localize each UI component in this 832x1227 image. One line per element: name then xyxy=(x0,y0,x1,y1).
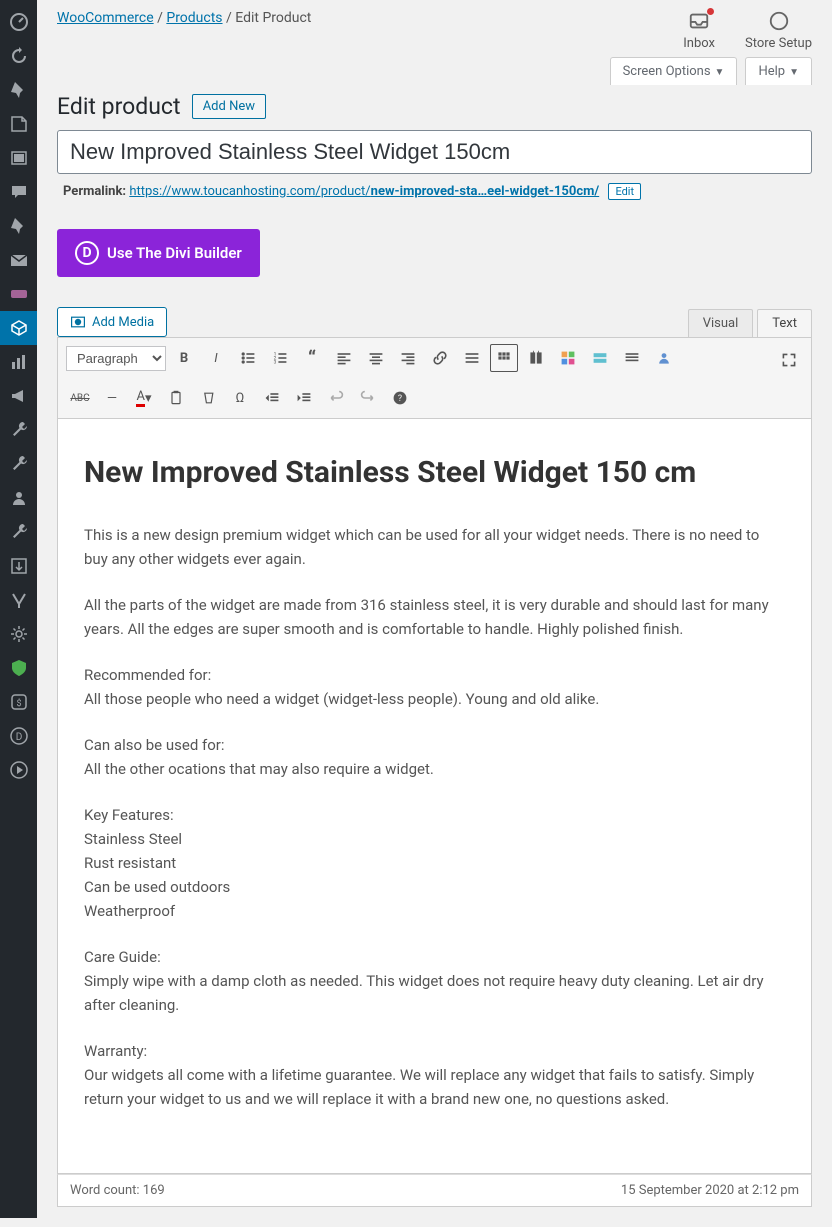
add-media-button[interactable]: Add Media xyxy=(57,307,167,337)
pin-icon[interactable] xyxy=(0,73,37,107)
divi-icon[interactable]: D xyxy=(0,719,37,753)
editor-toolbar: Paragraph B I 123 “ ABC — A ▾ Ω xyxy=(57,337,812,419)
bold-button[interactable]: B xyxy=(170,344,198,372)
editor-content[interactable]: New Improved Stainless Steel Widget 150 … xyxy=(57,419,812,1174)
cache-icon[interactable]: $ xyxy=(0,685,37,719)
shield-icon[interactable] xyxy=(0,651,37,685)
align-left-button[interactable] xyxy=(330,344,358,372)
users-icon[interactable] xyxy=(0,481,37,515)
user-icon-button[interactable] xyxy=(650,344,678,372)
word-count: Word count: 169 xyxy=(70,1183,165,1198)
store-setup-button[interactable]: Store Setup xyxy=(745,10,812,51)
divi-logo-icon: D xyxy=(75,241,99,265)
woo-icon[interactable] xyxy=(0,277,37,311)
columns-button[interactable] xyxy=(522,344,550,372)
content-heading: New Improved Stainless Steel Widget 150 … xyxy=(84,449,785,497)
svg-text:?: ? xyxy=(398,394,402,404)
hr-button[interactable]: — xyxy=(98,384,126,412)
play-icon[interactable] xyxy=(0,753,37,787)
settings-wrench-icon[interactable] xyxy=(0,515,37,549)
edit-slug-button[interactable]: Edit xyxy=(608,183,641,200)
pin2-icon[interactable] xyxy=(0,209,37,243)
align-center-button[interactable] xyxy=(362,344,390,372)
paste-button[interactable] xyxy=(162,384,190,412)
admin-sidebar: $ D xyxy=(0,0,37,1218)
add-new-button[interactable]: Add New xyxy=(192,94,266,119)
media-icon xyxy=(70,314,86,330)
svg-text:3: 3 xyxy=(274,360,277,366)
megaphone-icon[interactable] xyxy=(0,379,37,413)
more-button[interactable] xyxy=(458,344,486,372)
wrench-icon[interactable] xyxy=(0,413,37,447)
breadcrumb-current: Edit Product xyxy=(235,10,311,26)
dashboard-icon[interactable] xyxy=(0,5,37,39)
justify-button[interactable] xyxy=(618,344,646,372)
toolbar-toggle-button[interactable] xyxy=(490,344,518,372)
fullscreen-button[interactable] xyxy=(775,346,803,374)
quote-button[interactable]: “ xyxy=(298,344,326,372)
breadcrumb: WooCommerce / Products / Edit Product xyxy=(57,10,311,26)
tab-visual[interactable]: Visual xyxy=(688,309,754,337)
products-icon[interactable] xyxy=(0,311,37,345)
divi-builder-button[interactable]: D Use The Divi Builder xyxy=(57,229,260,277)
media-icon[interactable] xyxy=(0,141,37,175)
svg-text:$: $ xyxy=(16,698,21,709)
textcolor-button[interactable]: A ▾ xyxy=(130,384,158,412)
updates-icon[interactable] xyxy=(0,39,37,73)
special-char-button[interactable]: Ω xyxy=(226,384,254,412)
bullet-list-button[interactable] xyxy=(234,344,262,372)
analytics-icon[interactable] xyxy=(0,345,37,379)
undo-button[interactable] xyxy=(322,384,350,412)
last-modified: 15 September 2020 at 2:12 pm xyxy=(621,1183,799,1198)
indent-button[interactable] xyxy=(290,384,318,412)
redo-button[interactable] xyxy=(354,384,382,412)
highlight-button[interactable] xyxy=(586,344,614,372)
help-icon-button[interactable]: ? xyxy=(386,384,414,412)
format-select[interactable]: Paragraph xyxy=(66,346,166,371)
clear-format-button[interactable] xyxy=(194,384,222,412)
help-button[interactable]: Help▼ xyxy=(745,57,812,85)
italic-button[interactable]: I xyxy=(202,344,230,372)
outdent-button[interactable] xyxy=(258,384,286,412)
strikethrough-button[interactable]: ABC xyxy=(66,384,94,412)
permalink-link[interactable]: https://www.toucanhosting.com/product/ne… xyxy=(129,184,599,199)
apps-color-button[interactable] xyxy=(554,344,582,372)
svg-text:D: D xyxy=(15,732,22,743)
page-title: Edit product xyxy=(57,93,180,120)
breadcrumb-products[interactable]: Products xyxy=(166,10,222,26)
yoast-icon[interactable] xyxy=(0,583,37,617)
link-button[interactable] xyxy=(426,344,454,372)
number-list-button[interactable]: 123 xyxy=(266,344,294,372)
permalink-row: Permalink: https://www.toucanhosting.com… xyxy=(57,174,812,209)
screen-options-button[interactable]: Screen Options▼ xyxy=(610,57,738,85)
posts-icon[interactable] xyxy=(0,107,37,141)
export-icon[interactable] xyxy=(0,549,37,583)
tab-text[interactable]: Text xyxy=(757,309,812,337)
product-title-input[interactable] xyxy=(57,130,812,174)
mail-icon[interactable] xyxy=(0,243,37,277)
comments-icon[interactable] xyxy=(0,175,37,209)
editor-statusbar: Word count: 169 15 September 2020 at 2:1… xyxy=(57,1174,812,1207)
inbox-button[interactable]: Inbox xyxy=(683,10,715,51)
tools-icon[interactable] xyxy=(0,447,37,481)
gear-icon[interactable] xyxy=(0,617,37,651)
align-right-button[interactable] xyxy=(394,344,422,372)
breadcrumb-woo[interactable]: WooCommerce xyxy=(57,10,154,26)
